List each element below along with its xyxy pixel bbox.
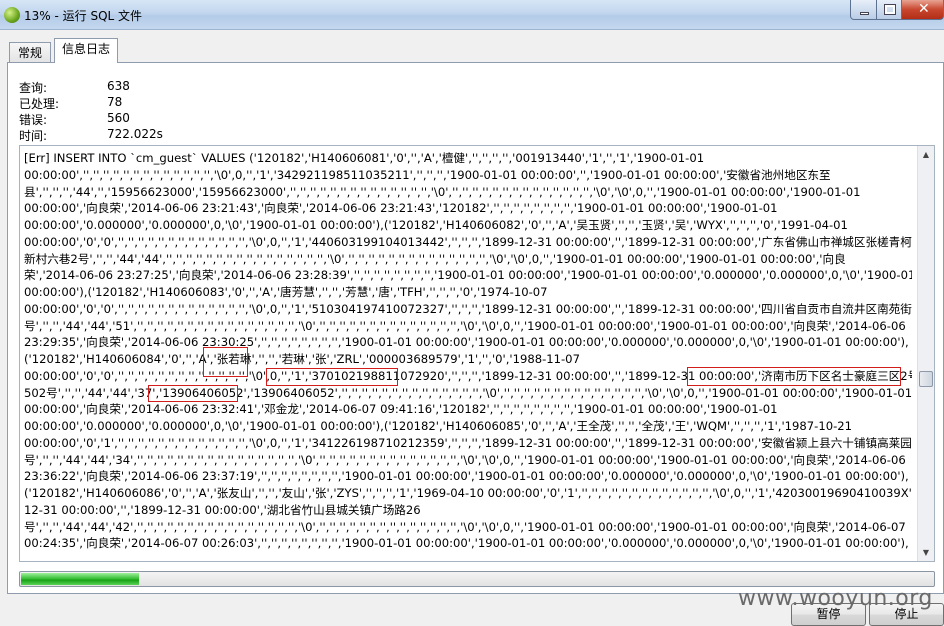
stat-label-queries: 查询: bbox=[19, 81, 48, 95]
maximize-icon bbox=[884, 4, 896, 15]
title-bar: 13% - 运行 SQL 文件 ✕ bbox=[0, 0, 944, 30]
progress-fill bbox=[21, 573, 139, 585]
maximize-button[interactable] bbox=[876, 0, 902, 20]
log-line: 00:00:00','0.000000','0.000000',0,'\0','… bbox=[24, 419, 853, 433]
scroll-up-icon[interactable]: ▲ bbox=[918, 146, 934, 163]
log-line: 县','','','','44','','15956623000','15956… bbox=[24, 184, 861, 199]
stat-label-processed: 已处理: bbox=[19, 97, 60, 111]
stat-label-errors: 错误: bbox=[19, 113, 48, 127]
log-line: [Err] INSERT INTO `cm_guest` VALUES ('12… bbox=[24, 151, 705, 165]
tab-general[interactable]: 常规 bbox=[9, 42, 51, 62]
log-line: 00:00:00','向良荣','2014-06-06 23:32:41','邓… bbox=[24, 402, 778, 417]
app-icon bbox=[4, 7, 20, 23]
scroll-down-icon[interactable]: ▼ bbox=[918, 544, 934, 561]
stat-label-time: 时间: bbox=[19, 129, 48, 143]
log-line: 00:24:35','向良荣','2014-06-07 00:26:03',''… bbox=[24, 536, 909, 551]
log-line: 00:00:00','0','1','','','','','','','','… bbox=[24, 435, 912, 450]
log-line: 号','','','44','44','42','','','','','','… bbox=[24, 519, 906, 534]
close-icon: ✕ bbox=[918, 1, 930, 17]
stat-value-processed: 78 bbox=[107, 95, 123, 109]
minimize-button[interactable] bbox=[850, 0, 877, 20]
progress-bar bbox=[19, 571, 935, 587]
stat-value-time: 722.022s bbox=[107, 127, 163, 141]
log-line: 荣','2014-06-06 23:27:25','向良荣','2014-06-… bbox=[24, 268, 912, 283]
highlight-phone-box bbox=[148, 385, 238, 402]
log-line: 00:00:00','0','0','','','','','','','','… bbox=[24, 301, 912, 316]
window-title: 13% - 运行 SQL 文件 bbox=[24, 9, 143, 23]
log-line: 号','','','44','44','34','','','','','','… bbox=[24, 452, 906, 467]
vertical-scrollbar[interactable]: ▲ ▼ bbox=[917, 146, 934, 561]
log-line: 00:00:00','0','0','','','','','','','','… bbox=[24, 234, 912, 249]
log-line: 00:00:00'),('120182','H140606083','0',''… bbox=[24, 285, 548, 299]
stat-value-queries: 638 bbox=[107, 79, 130, 93]
log-line: ('120182','H140606086','0','','A','张友山',… bbox=[24, 486, 912, 500]
close-button[interactable]: ✕ bbox=[901, 0, 944, 20]
log-line: 新村六巷2号','','','44','44','','','','','','… bbox=[24, 251, 846, 266]
log-line: 00:00:00','','','','','','','','','','',… bbox=[24, 167, 831, 182]
tab-info-log[interactable]: 信息日志 bbox=[54, 38, 118, 63]
stat-value-errors: 560 bbox=[107, 111, 130, 125]
log-line: 12-31 00:00:00','','1899-12-31 00:00:00'… bbox=[24, 502, 421, 517]
log-line: 23:29:35','向良荣','2014-06-06 23:30:25',''… bbox=[24, 335, 909, 350]
highlight-address-box bbox=[687, 367, 901, 386]
highlight-name-box bbox=[203, 347, 248, 377]
scrollbar-thumb[interactable] bbox=[919, 371, 933, 387]
log-line: 00:00:00','向良荣','2014-06-06 23:21:43','向… bbox=[24, 201, 778, 216]
watermark: www.wooyun.org bbox=[738, 586, 933, 611]
log-textbox[interactable]: [Err] INSERT INTO `cm_guest` VALUES ('12… bbox=[19, 145, 935, 562]
log-line: 号','','','44','44','51','','','','','','… bbox=[24, 318, 906, 333]
log-line: ('120182','H140606084','0','','A','张若琳',… bbox=[24, 352, 580, 366]
minimize-icon bbox=[860, 12, 869, 15]
log-line: 00:00:00','0.000000','0.000000',0,'\0','… bbox=[24, 218, 848, 232]
log-line: 23:36:22','向良荣','2014-06-06 23:37:19',''… bbox=[24, 469, 909, 484]
highlight-id-number-box bbox=[266, 368, 398, 386]
log-text: [Err] INSERT INTO `cm_guest` VALUES ('12… bbox=[24, 150, 912, 558]
